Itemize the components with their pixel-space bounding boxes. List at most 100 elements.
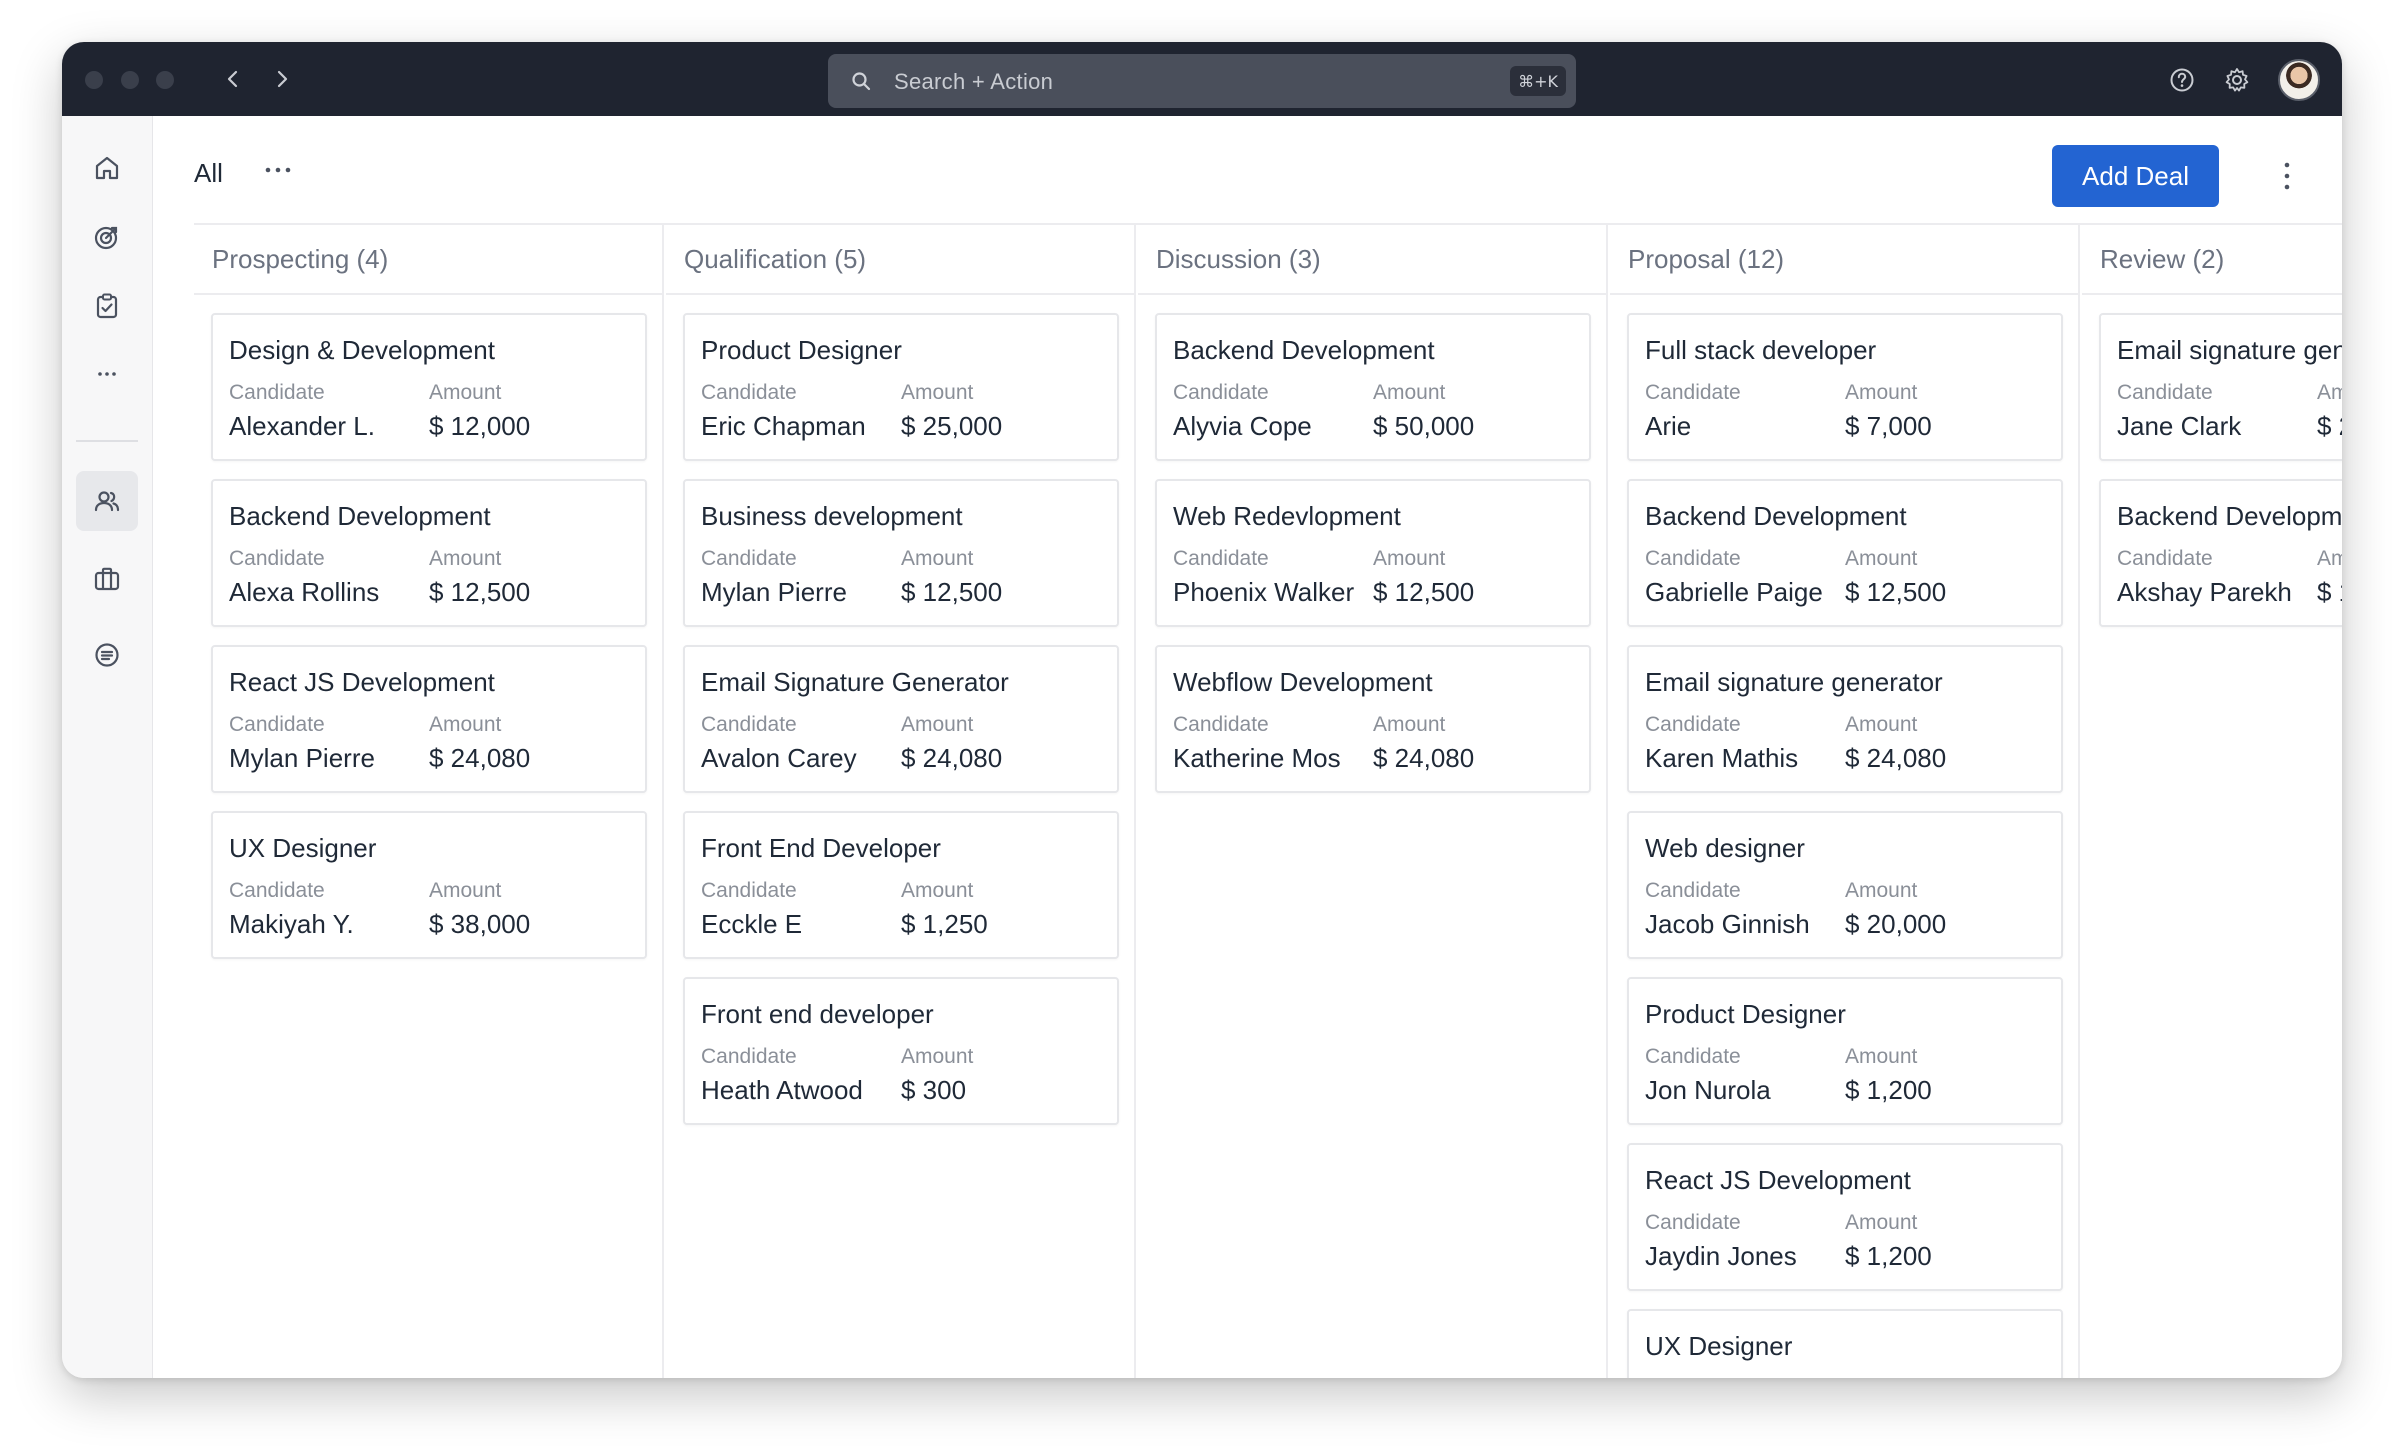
deal-title: Front end developer (701, 999, 934, 1029)
column-header[interactable]: Prospecting (4) (194, 225, 662, 295)
amount-label: Amount (429, 879, 502, 902)
search-icon (852, 72, 871, 91)
kanban-board: Prospecting (4) Design & Development Candi… (194, 223, 2342, 1378)
amount-label: Amount (1845, 1045, 1918, 1068)
deal-card[interactable]: Backend Development Candidate Amount Alexa … (211, 479, 647, 627)
deal-card[interactable]: Backend Development Candidate Amount Gabrie… (1627, 479, 2063, 627)
deal-title: Business development (701, 501, 963, 531)
sidebar-item-contacts[interactable] (76, 471, 138, 531)
deal-title: Full stack developer (1645, 335, 1877, 365)
amount-label: Amount (901, 879, 974, 902)
kanban-column: Qualification (5) Product Designer Candida… (666, 225, 1136, 1378)
amount-label: Amount (429, 547, 502, 570)
sidebar-item-more[interactable] (76, 344, 138, 404)
deal-amount: $ 1,250 (901, 909, 988, 939)
deal-amount: $ 12,500 (1845, 577, 1947, 607)
deal-amount: $ 12,500 (901, 577, 1003, 607)
deal-amount: $ 50,000 (1373, 411, 1475, 441)
candidate-name: Alyvia Cope (1173, 411, 1312, 441)
window-minimize-button[interactable] (121, 71, 139, 89)
column-header[interactable]: Discussion (3) (1138, 225, 1606, 295)
deal-card[interactable]: Backend Developm Candidate Amount Akshay Pa… (2099, 479, 2342, 627)
candidate-label: Candidate (1173, 547, 1269, 570)
search-placeholder: Search + Action (894, 69, 1054, 94)
column-header[interactable]: Review (2) (2082, 225, 2342, 295)
deal-card[interactable]: Product Designer Candidate Amount Eric Chap… (683, 313, 1119, 461)
view-tab-all[interactable]: All (194, 158, 223, 189)
candidate-name: Mylan Pierre (229, 743, 375, 773)
candidate-label: Candidate (2117, 381, 2213, 404)
deal-title: Web Redevlopment (1173, 501, 1401, 531)
deal-card[interactable]: Front End Developer Candidate Amount Ecckle… (683, 811, 1119, 959)
deal-card[interactable]: Web designer Candidate Amount Jacob Ginnish… (1627, 811, 2063, 959)
candidate-label: Candidate (1645, 1377, 1741, 1378)
deal-card[interactable]: Web Redevlopment Candidate Amount Phoenix W… (1155, 479, 1591, 627)
sidebar-item-targets[interactable] (76, 207, 138, 267)
deal-card[interactable]: Front end developer Candidate Amount Heath … (683, 977, 1119, 1125)
target-icon (94, 226, 118, 250)
sidebar-item-tasks[interactable] (76, 276, 138, 336)
deal-title: Web designer (1645, 833, 1805, 863)
sidebar-item-deals[interactable] (76, 549, 138, 609)
deal-card[interactable]: React JS Development Candidate Amount Jaydi… (1627, 1143, 2063, 1291)
more-vertical-icon (2284, 162, 2290, 190)
shortcut-badge: ⌘+K (1510, 66, 1566, 96)
deal-title: Design & Development (229, 335, 495, 365)
candidate-name: Heath Atwood (701, 1075, 863, 1105)
deal-title: Email signature gen (2117, 335, 2342, 365)
forward-button[interactable] (265, 62, 299, 96)
candidate-name: Alexander L. (229, 411, 375, 441)
amount-label: Amount (1845, 381, 1918, 404)
candidate-label: Candidate (1645, 1211, 1741, 1234)
kanban-column: Discussion (3) Backend Development Candida… (1138, 225, 1608, 1378)
deal-title: Email Signature Generator (701, 667, 1009, 697)
back-button[interactable] (216, 62, 250, 96)
more-options-button[interactable] (2272, 154, 2302, 198)
deal-card[interactable]: React JS Development Candidate Amount Mylan… (211, 645, 647, 793)
deal-card[interactable]: UX Designer Candidate Amount Makiyah Y. $ 38… (211, 811, 647, 959)
deal-title: Product Designer (1645, 999, 1846, 1029)
deal-card[interactable]: Email signature generator Candidate Amount… (1627, 645, 2063, 793)
candidate-name: Katherine Mos (1173, 743, 1341, 773)
deal-card[interactable]: Email signature gen Candidate Amount Jane C… (2099, 313, 2342, 461)
deal-card[interactable]: UX Designer Candidate Amount (1627, 1309, 2063, 1378)
sidebar-item-home[interactable] (76, 138, 138, 198)
deal-card[interactable]: Backend Development Candidate Amount Alyvia… (1155, 313, 1591, 461)
gear-icon[interactable] (2223, 66, 2251, 94)
deal-card[interactable]: Full stack developer Candidate Amount Arie $… (1627, 313, 2063, 461)
deal-amount: $ 24,080 (429, 743, 531, 773)
deal-title: Front End Developer (701, 833, 941, 863)
help-icon[interactable] (2168, 66, 2196, 94)
candidate-label: Candidate (229, 879, 325, 902)
deal-card[interactable]: Webflow Development Candidate Amount Kather… (1155, 645, 1591, 793)
deal-title: React JS Development (229, 667, 495, 697)
amount-label: Amount (1845, 713, 1918, 736)
deal-title: Backend Development (229, 501, 491, 531)
avatar[interactable] (2278, 59, 2320, 101)
view-options-button[interactable] (258, 150, 298, 190)
more-horizontal-icon (265, 167, 291, 173)
amount-label: Amount (1845, 547, 1918, 570)
search-input[interactable]: Search + Action ⌘+K (828, 54, 1576, 108)
deal-card[interactable]: Email Signature Generator Candidate Amount… (683, 645, 1119, 793)
window-close-button[interactable] (85, 71, 103, 89)
add-deal-button[interactable]: Add Deal (2052, 145, 2219, 207)
deal-card[interactable]: Design & Development Candidate Amount Alexa… (211, 313, 647, 461)
sidebar-item-messages[interactable] (76, 625, 138, 685)
kanban-column: Proposal (12) Full stack developer Candida… (1610, 225, 2080, 1378)
amount-label: Amount (1845, 1377, 1917, 1378)
candidate-name: Karen Mathis (1645, 743, 1799, 773)
candidate-name: Avalon Carey (701, 743, 857, 773)
candidate-label: Candidate (1173, 713, 1269, 736)
column-header[interactable]: Proposal (12) (1610, 225, 2078, 295)
deal-title: Webflow Development (1173, 667, 1433, 697)
deal-card[interactable]: Business development Candidate Amount Mylan… (683, 479, 1119, 627)
deal-amount: $ 24,080 (1845, 743, 1947, 773)
window-maximize-button[interactable] (156, 71, 174, 89)
deal-amount: $ 12,500 (1373, 577, 1475, 607)
deal-amount: $ 25,000 (901, 411, 1003, 441)
column-header[interactable]: Qualification (5) (666, 225, 1134, 295)
candidate-name: Mylan Pierre (701, 577, 847, 607)
candidate-name: Ecckle E (701, 909, 803, 939)
deal-card[interactable]: Product Designer Candidate Amount Jon Nurol… (1627, 977, 2063, 1125)
